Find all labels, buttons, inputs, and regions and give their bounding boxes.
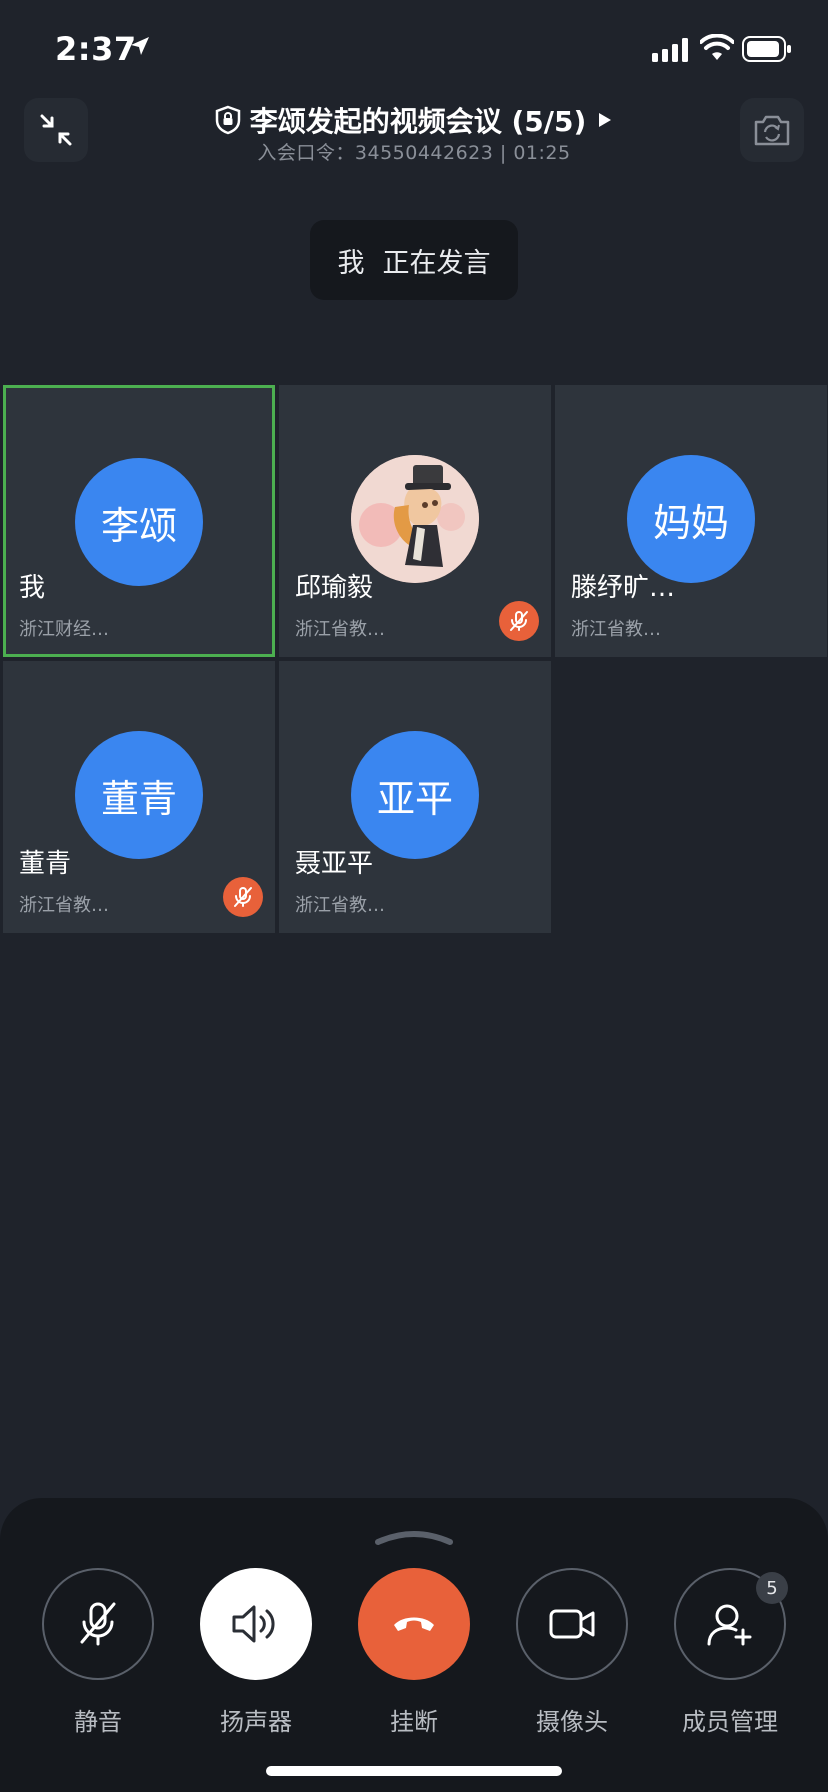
- muted-badge: [499, 601, 539, 641]
- shield-lock-icon: [215, 105, 240, 135]
- mute-button[interactable]: 静音: [42, 1568, 154, 1737]
- avatar-photo: [351, 455, 479, 583]
- mic-off-icon: [80, 1602, 116, 1646]
- meeting-title: 李颂发起的视频会议 (5/5): [249, 105, 587, 138]
- camera-button[interactable]: 摄像头: [516, 1568, 628, 1737]
- participant-tile-self[interactable]: 李颂 我 浙江财经…: [3, 385, 275, 657]
- camera-switch-icon: [754, 115, 790, 146]
- participant-tile[interactable]: 妈妈 滕纾旷… 浙江省教…: [555, 385, 827, 657]
- avatar: 董青: [75, 731, 203, 859]
- participant-name: 我: [19, 573, 46, 603]
- status-bar: 2:37: [0, 0, 828, 100]
- speaker-icon: [232, 1605, 275, 1643]
- members-count-badge: 5: [756, 1572, 788, 1604]
- add-member-icon: [707, 1604, 752, 1646]
- speaker-circle[interactable]: [200, 1568, 312, 1680]
- phone-hangup-icon: [394, 1617, 434, 1631]
- hangup-circle[interactable]: [358, 1568, 470, 1680]
- camera-label: 摄像头: [536, 1708, 608, 1736]
- avatar: 李颂: [75, 458, 203, 586]
- battery-icon: [742, 36, 791, 62]
- anime-avatar-image: [351, 455, 479, 583]
- speaking-indicator: 我 正在发言: [310, 220, 518, 300]
- participant-tile[interactable]: 董青 董青 浙江省教…: [3, 661, 275, 933]
- home-indicator[interactable]: [266, 1766, 562, 1776]
- speaking-name: 我: [337, 247, 365, 279]
- members-label: 成员管理: [682, 1708, 778, 1736]
- panel-drag-handle[interactable]: [374, 1528, 454, 1546]
- participant-org: 浙江省教…: [295, 619, 385, 640]
- participant-org: 浙江省教…: [295, 895, 385, 916]
- mic-off-icon: [510, 611, 528, 631]
- hangup-label: 挂断: [390, 1708, 438, 1736]
- meeting-title-row[interactable]: 李颂发起的视频会议 (5/5): [0, 100, 828, 140]
- mute-label: 静音: [74, 1708, 122, 1736]
- participant-org: 浙江财经…: [19, 619, 109, 640]
- location-arrow-icon: [131, 37, 149, 55]
- mute-circle[interactable]: [42, 1568, 154, 1680]
- members-button[interactable]: 5 成员管理: [674, 1568, 788, 1737]
- participant-name: 聂亚平: [295, 849, 374, 879]
- control-panel: 静音 扬声器 挂断 摄像头 5 成员管理: [0, 1498, 828, 1792]
- video-camera-icon: [549, 1609, 595, 1639]
- cellular-signal-icon: [652, 38, 688, 62]
- participant-tile[interactable]: 亚平 聂亚平 浙江省教…: [279, 661, 551, 933]
- camera-circle[interactable]: [516, 1568, 628, 1680]
- meeting-code-timer: 入会口令：34550442623 | 01:25: [257, 142, 571, 164]
- avatar: 妈妈: [627, 455, 755, 583]
- speaker-label: 扬声器: [220, 1708, 292, 1736]
- muted-badge: [223, 877, 263, 917]
- avatar: 亚平: [351, 731, 479, 859]
- participant-org: 浙江省教…: [571, 619, 661, 640]
- video-meeting-screen: 2:37 李颂发起的视频会议 (5/5) 入会口令：34550442623 | …: [0, 0, 828, 1792]
- speaker-button[interactable]: 扬声器: [200, 1568, 312, 1737]
- participant-tile[interactable]: 邱瑜毅 浙江省教…: [279, 385, 551, 657]
- status-time: 2:37: [55, 30, 137, 68]
- participant-name: 董青: [19, 849, 72, 879]
- hangup-button[interactable]: 挂断: [358, 1568, 470, 1737]
- speaking-text: 正在发言: [382, 247, 491, 279]
- participant-org: 浙江省教…: [19, 895, 109, 916]
- switch-camera-button[interactable]: [740, 98, 804, 162]
- participant-name: 滕纾旷…: [571, 573, 676, 603]
- wifi-icon: [700, 34, 734, 60]
- mic-off-icon: [234, 887, 252, 907]
- participant-name: 邱瑜毅: [295, 573, 374, 603]
- play-triangle-icon: [599, 113, 612, 127]
